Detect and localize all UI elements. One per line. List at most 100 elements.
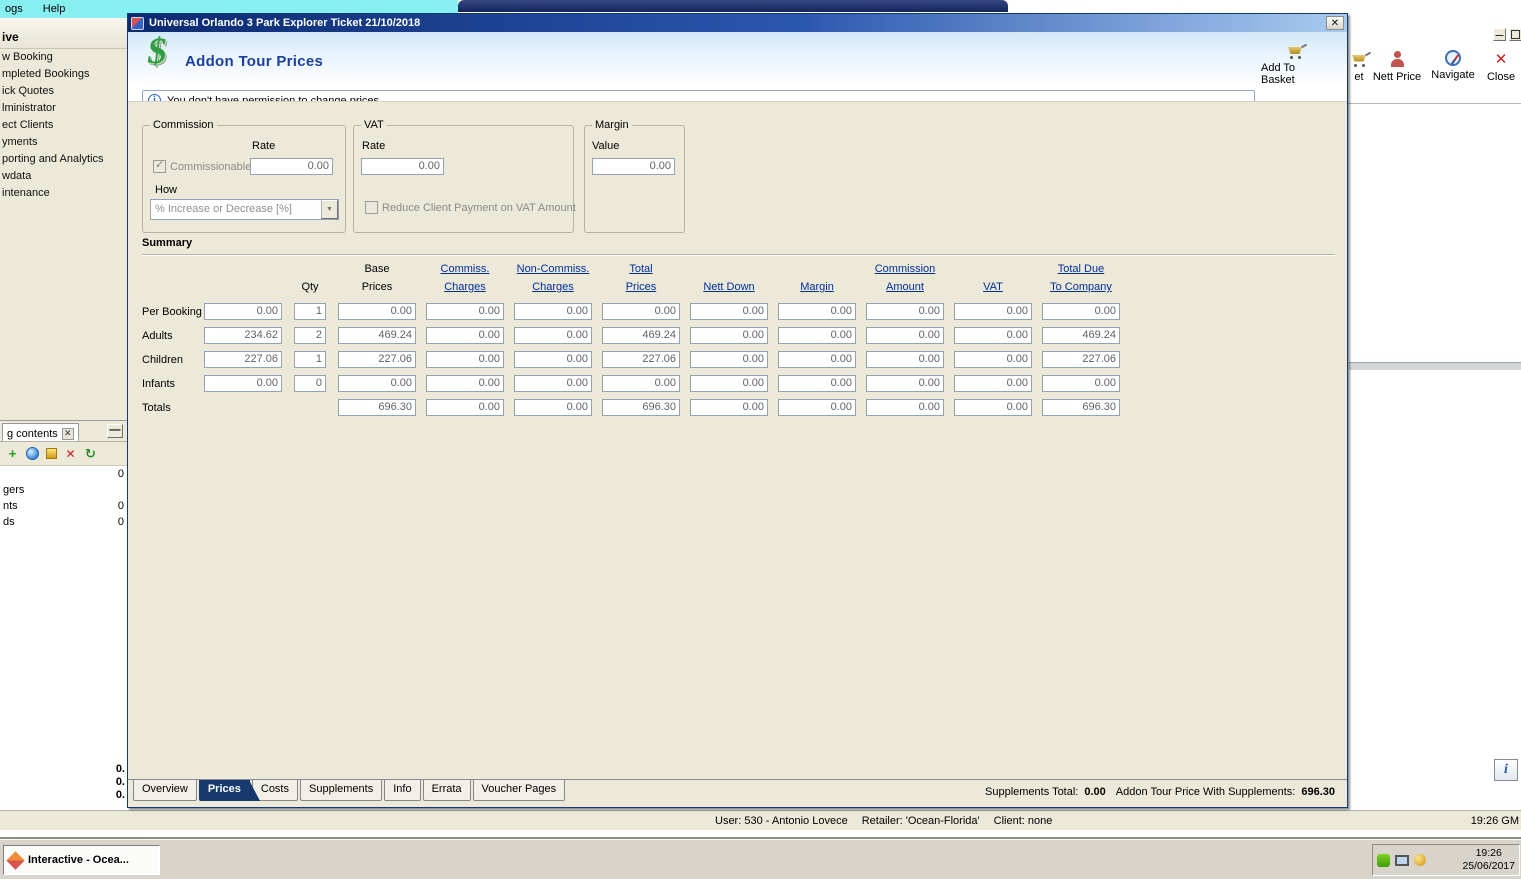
summary-field[interactable]: 0.00 — [426, 327, 504, 344]
summary-field[interactable]: 227.06 — [204, 351, 282, 368]
summary-field[interactable]: 469.24 — [338, 327, 416, 344]
summary-field[interactable]: 0.00 — [690, 375, 768, 392]
summary-field[interactable]: 0.00 — [954, 399, 1032, 416]
summary-field[interactable]: 227.06 — [338, 351, 416, 368]
summary-field[interactable]: 696.30 — [1042, 399, 1120, 416]
globe-icon[interactable] — [26, 447, 39, 460]
summary-field[interactable]: 0.00 — [338, 303, 416, 320]
vat-rate-field[interactable]: 0.00 — [361, 158, 444, 175]
summary-field[interactable]: 696.30 — [338, 399, 416, 416]
sidebar-item[interactable]: w Booking — [0, 49, 127, 66]
sidebar-item[interactable]: mpleted Bookings — [0, 66, 127, 83]
reduce-vat-checkbox[interactable] — [365, 201, 378, 214]
summary-field[interactable]: 0.00 — [514, 351, 592, 368]
taskbar-app-button[interactable]: Interactive - Ocea... — [3, 845, 160, 875]
column-header[interactable]: To Company — [1017, 281, 1145, 293]
summary-field[interactable]: 0.00 — [514, 399, 592, 416]
tray-clock-icon[interactable] — [1414, 854, 1426, 866]
summary-field[interactable]: 0.00 — [866, 399, 944, 416]
sidebar-item[interactable]: lministrator — [0, 100, 127, 117]
summary-field[interactable]: 0.00 — [866, 351, 944, 368]
summary-field[interactable]: 0.00 — [1042, 303, 1120, 320]
sidebar-item[interactable]: wdata — [0, 168, 127, 185]
sidebar-item[interactable]: yments — [0, 134, 127, 151]
sidebar-item[interactable]: porting and Analytics — [0, 151, 127, 168]
summary-field[interactable]: 696.30 — [602, 399, 680, 416]
tab-voucher-pages[interactable]: Voucher Pages — [472, 780, 566, 801]
tray-messenger-icon[interactable] — [1377, 853, 1390, 867]
close-button[interactable]: ✕ Close — [1482, 44, 1520, 103]
summary-field[interactable]: 0.00 — [778, 327, 856, 344]
column-header[interactable]: Total Due — [1017, 263, 1145, 275]
summary-field[interactable]: 0.00 — [690, 327, 768, 344]
delete-icon[interactable]: ✕ — [64, 447, 77, 461]
tab-info[interactable]: Info — [384, 780, 421, 801]
summary-field[interactable]: 0.00 — [778, 375, 856, 392]
summary-field[interactable]: 1 — [294, 303, 326, 320]
summary-field[interactable]: 0.00 — [778, 351, 856, 368]
et-button[interactable]: et — [1348, 44, 1372, 103]
summary-field[interactable]: 0.00 — [338, 375, 416, 392]
nett-price-button[interactable]: Nett Price — [1370, 44, 1424, 103]
summary-field[interactable]: 0.00 — [954, 327, 1032, 344]
summary-field[interactable]: 0.00 — [954, 375, 1032, 392]
tray-display-icon[interactable] — [1395, 854, 1409, 866]
dialog-titlebar[interactable]: Universal Orlando 3 Park Explorer Ticket… — [128, 14, 1347, 32]
info-button[interactable]: i — [1494, 759, 1518, 781]
sidebar-item[interactable]: intenance — [0, 185, 127, 202]
column-header[interactable]: Total — [577, 263, 705, 275]
summary-field[interactable]: 0.00 — [204, 375, 282, 392]
summary-field[interactable]: 0.00 — [866, 303, 944, 320]
summary-field[interactable]: 0.00 — [602, 303, 680, 320]
sidebar-item[interactable]: ect Clients — [0, 117, 127, 134]
summary-field[interactable]: 0.00 — [690, 351, 768, 368]
summary-field[interactable]: 0.00 — [602, 375, 680, 392]
summary-field[interactable]: 0.00 — [514, 375, 592, 392]
export-icon[interactable] — [46, 448, 57, 459]
summary-field[interactable]: 0.00 — [426, 399, 504, 416]
summary-field[interactable]: 0.00 — [866, 375, 944, 392]
summary-field[interactable]: 0.00 — [778, 303, 856, 320]
panel-minimize-button[interactable]: — — [107, 424, 123, 438]
summary-field[interactable]: 0.00 — [690, 303, 768, 320]
column-header[interactable]: Commission — [841, 263, 969, 275]
summary-field[interactable]: 469.24 — [1042, 327, 1120, 344]
summary-field[interactable]: 0.00 — [954, 351, 1032, 368]
summary-field[interactable]: 469.24 — [602, 327, 680, 344]
close-tab-icon[interactable]: ✕ — [61, 427, 74, 440]
tab-overview[interactable]: Overview — [133, 780, 197, 801]
commissionable-checkbox[interactable]: ✓ — [153, 159, 166, 173]
dialog-close-button[interactable]: ✕ — [1326, 16, 1344, 30]
summary-field[interactable]: 0 — [294, 375, 326, 392]
margin-value-field[interactable]: 0.00 — [592, 158, 675, 175]
summary-field[interactable]: 0.00 — [954, 303, 1032, 320]
refresh-icon[interactable]: ↻ — [84, 446, 97, 461]
tab-prices[interactable]: Prices — [198, 780, 260, 801]
summary-field[interactable]: 0.00 — [1042, 375, 1120, 392]
summary-field[interactable]: 0.00 — [778, 399, 856, 416]
summary-field[interactable]: 0.00 — [866, 327, 944, 344]
summary-field[interactable]: 0.00 — [514, 327, 592, 344]
tab-errata[interactable]: Errata — [422, 780, 471, 801]
summary-field[interactable]: 227.06 — [1042, 351, 1120, 368]
minimize-icon[interactable]: — — [1493, 28, 1506, 41]
maximize-icon[interactable] — [1509, 28, 1521, 41]
commission-rate-field[interactable]: 0.00 — [250, 158, 333, 175]
summary-field[interactable]: 227.06 — [602, 351, 680, 368]
add-to-basket-button[interactable]: Add To Basket — [1261, 43, 1331, 86]
sidebar-item[interactable]: ick Quotes — [0, 83, 127, 100]
summary-field[interactable]: 1 — [294, 351, 326, 368]
menu-item-help[interactable]: Help — [40, 2, 69, 16]
menu-item-ogs[interactable]: ogs — [2, 2, 26, 16]
chevron-down-icon[interactable]: ▼ — [321, 200, 338, 219]
summary-field[interactable]: 0.00 — [426, 303, 504, 320]
summary-field[interactable]: 234.62 — [204, 327, 282, 344]
summary-field[interactable]: 2 — [294, 327, 326, 344]
navigate-button[interactable]: Navigate — [1424, 44, 1482, 103]
tab-contents[interactable]: g contents ✕ — [2, 423, 79, 441]
summary-field[interactable]: 0.00 — [426, 351, 504, 368]
add-icon[interactable]: + — [6, 446, 19, 461]
summary-field[interactable]: 0.00 — [514, 303, 592, 320]
summary-field[interactable]: 0.00 — [426, 375, 504, 392]
tab-supplements[interactable]: Supplements — [300, 780, 383, 801]
